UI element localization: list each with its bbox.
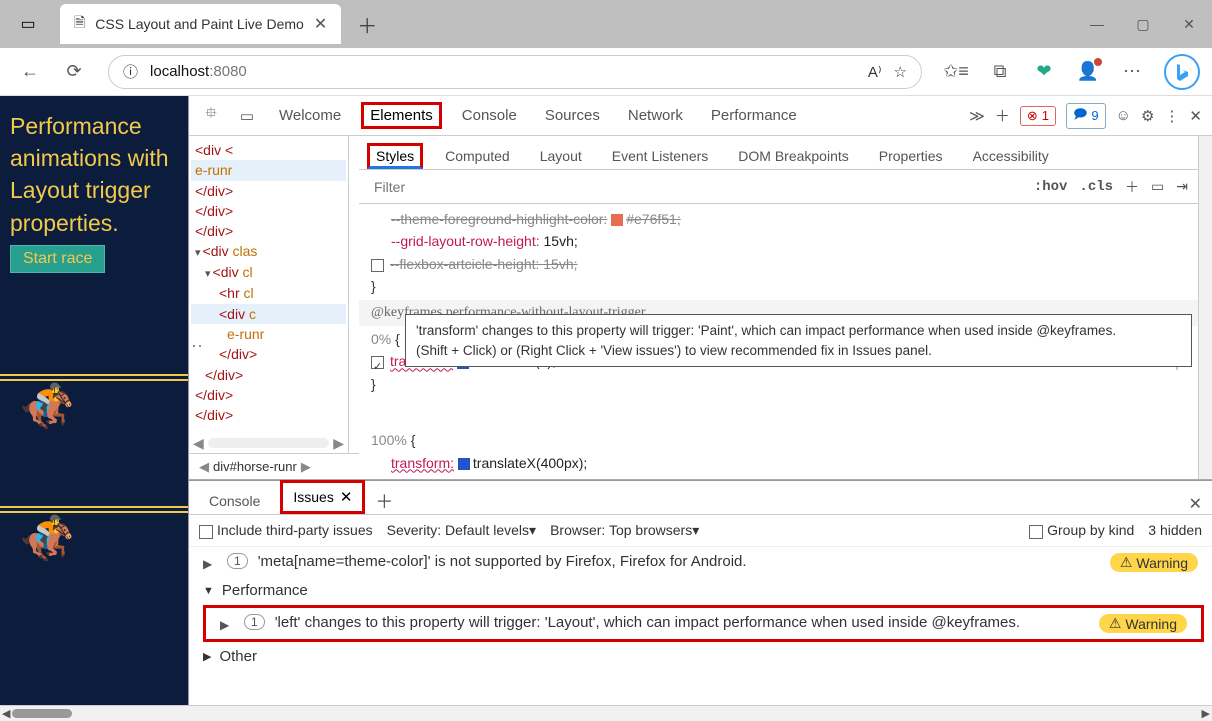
expand-icon[interactable]: ▶: [203, 553, 217, 571]
subtab-accessibility[interactable]: Accessibility: [965, 143, 1057, 169]
property-checkbox[interactable]: [371, 356, 384, 369]
drawer-tab-console[interactable]: Console: [199, 488, 270, 514]
page-headline: Performance animations with Layout trigg…: [10, 110, 178, 239]
horse-sprite-1: 🏇: [20, 376, 75, 438]
window-horizontal-scrollbar[interactable]: ◀ ▶: [0, 705, 1212, 721]
close-drawer-icon[interactable]: ✕: [1189, 494, 1202, 514]
subtab-styles[interactable]: Styles: [367, 143, 423, 169]
styles-filter-input[interactable]: [369, 175, 1022, 199]
start-race-button[interactable]: Start race: [10, 245, 105, 273]
property-tooltip: 'transform' changes to this property wil…: [405, 314, 1192, 367]
feedback-icon[interactable]: ☺: [1116, 107, 1131, 124]
tab-network[interactable]: Network: [620, 101, 691, 130]
app-menu-icon[interactable]: ▭: [8, 4, 48, 44]
collections-icon[interactable]: ⧉: [982, 54, 1018, 90]
scroll-right-icon[interactable]: ▶: [333, 435, 344, 452]
favorite-icon[interactable]: ☆: [894, 63, 907, 81]
close-issues-tab-icon[interactable]: ✕: [340, 488, 353, 506]
hidden-count[interactable]: 3 hidden: [1148, 522, 1202, 538]
back-button[interactable]: ←: [12, 54, 48, 90]
issue-row[interactable]: ▶ 1 'left' changes to this property will…: [206, 608, 1201, 639]
favorites-hub-icon[interactable]: ✩≡: [938, 54, 974, 90]
section-performance[interactable]: ▼Performance: [189, 578, 1212, 603]
subtab-computed[interactable]: Computed: [437, 143, 518, 169]
page-viewport: Performance animations with Layout trigg…: [0, 96, 188, 705]
browser-dropdown[interactable]: Top browsers▾: [609, 522, 699, 538]
issue-row[interactable]: ▶ 1 'meta[name=theme-color]' is not supp…: [189, 547, 1212, 578]
info-badge[interactable]: 🗩 9: [1066, 103, 1106, 129]
inspect-icon[interactable]: ⯐: [199, 104, 223, 128]
tab-title: CSS Layout and Paint Live Demo: [95, 16, 304, 32]
new-style-rule-icon[interactable]: ＋: [1125, 177, 1139, 197]
subtab-dom-breakpoints[interactable]: DOM Breakpoints: [730, 143, 856, 169]
devtools-main-tabs: ⯐ ▭ Welcome Elements Console Sources Net…: [189, 96, 1212, 136]
kebab-menu-icon[interactable]: ⋮: [1164, 107, 1179, 125]
new-tab-button[interactable]: ＋: [357, 10, 377, 39]
cls-toggle[interactable]: .cls: [1079, 179, 1113, 195]
error-badge[interactable]: ⊗ 1: [1020, 106, 1056, 126]
address-host: localhost: [150, 63, 209, 80]
expand-icon[interactable]: ▶: [220, 614, 234, 632]
minimize-button[interactable]: —: [1074, 4, 1120, 44]
browser-tab[interactable]: 🗎 CSS Layout and Paint Live Demo ✕: [60, 4, 341, 44]
group-by-kind-checkbox[interactable]: [1029, 525, 1043, 539]
window-controls: — ▢ ✕: [1074, 4, 1212, 44]
styles-rules[interactable]: --theme-foreground-highlight-color: #e76…: [359, 204, 1198, 479]
more-menu-icon[interactable]: ⋯: [1114, 54, 1150, 90]
close-window-button[interactable]: ✕: [1166, 4, 1212, 44]
performance-icon[interactable]: ❤︎: [1026, 54, 1062, 90]
hov-toggle[interactable]: :hov: [1034, 179, 1068, 195]
severity-dropdown[interactable]: Default levels▾: [445, 522, 536, 538]
section-other[interactable]: ▶Other: [189, 644, 1212, 669]
read-aloud-icon[interactable]: A⁾: [868, 63, 882, 81]
tab-sources[interactable]: Sources: [537, 101, 608, 130]
subtab-properties[interactable]: Properties: [871, 143, 951, 169]
browser-titlebar: ▭ 🗎 CSS Layout and Paint Live Demo ✕ ＋ —…: [0, 0, 1212, 48]
issues-list: ▶ 1 'meta[name=theme-color]' is not supp…: [189, 547, 1212, 705]
subtab-layout[interactable]: Layout: [532, 143, 590, 169]
overflow-icon[interactable]: ⋯: [189, 336, 203, 357]
refresh-button[interactable]: ⟳: [56, 54, 92, 90]
devtools-drawer: Console Issues ✕ ＋ ✕ Include third-party…: [189, 480, 1212, 705]
breadcrumb-node[interactable]: div#horse-runr: [213, 459, 297, 474]
device-toggle-icon[interactable]: ▭: [235, 104, 259, 128]
profile-button[interactable]: 👤: [1070, 54, 1106, 90]
styles-pane-toggle-icon[interactable]: ⇥: [1176, 178, 1188, 195]
dom-breadcrumb[interactable]: ◀ div#horse-runr ▶: [189, 453, 359, 479]
drawer-tab-issues[interactable]: Issues ✕: [280, 480, 365, 514]
bing-button[interactable]: [1164, 54, 1200, 90]
devtools-panel: ⯐ ▭ Welcome Elements Console Sources Net…: [188, 96, 1212, 705]
tab-welcome[interactable]: Welcome: [271, 101, 349, 130]
warning-badge: ⚠ Warning: [1099, 614, 1187, 633]
close-tab-icon[interactable]: ✕: [314, 14, 327, 34]
page-icon: 🗎: [74, 12, 85, 36]
horse-sprite-2: 🏇: [20, 508, 75, 570]
close-devtools-icon[interactable]: ✕: [1189, 107, 1202, 125]
warning-badge: ⚠ Warning: [1110, 553, 1198, 572]
styles-subtabs: Styles Computed Layout Event Listeners D…: [359, 136, 1198, 170]
more-tabs-icon[interactable]: ≫: [969, 107, 985, 125]
dom-tree[interactable]: <div < e-runr </div> </div> </div> <div …: [189, 136, 349, 453]
scroll-left-icon[interactable]: ◀: [193, 435, 204, 452]
computed-styles-icon[interactable]: ▭: [1151, 178, 1164, 195]
disabled-rule[interactable]: --flexbox-artcicle-height: 15vh;: [390, 256, 578, 272]
settings-icon[interactable]: ⚙: [1141, 107, 1154, 125]
drawer-add-tab-icon[interactable]: ＋: [375, 488, 393, 514]
site-info-icon[interactable]: ⓘ: [123, 61, 138, 82]
address-bar[interactable]: ⓘ localhost:8080 A⁾ ☆: [108, 55, 922, 89]
browser-toolbar: ← ⟳ ⓘ localhost:8080 A⁾ ☆ ✩≡ ⧉ ❤︎ 👤 ⋯: [0, 48, 1212, 96]
address-port: :8080: [209, 63, 247, 80]
styles-filter-row: :hov .cls ＋ ▭ ⇥: [359, 170, 1198, 204]
tab-elements[interactable]: Elements: [361, 102, 442, 129]
maximize-button[interactable]: ▢: [1120, 4, 1166, 44]
subtab-event-listeners[interactable]: Event Listeners: [604, 143, 717, 169]
tab-console[interactable]: Console: [454, 101, 525, 130]
tab-performance[interactable]: Performance: [703, 101, 805, 130]
styles-scrollbar[interactable]: [1198, 136, 1212, 479]
add-tab-icon[interactable]: ＋: [995, 105, 1010, 126]
third-party-checkbox[interactable]: [199, 525, 213, 539]
